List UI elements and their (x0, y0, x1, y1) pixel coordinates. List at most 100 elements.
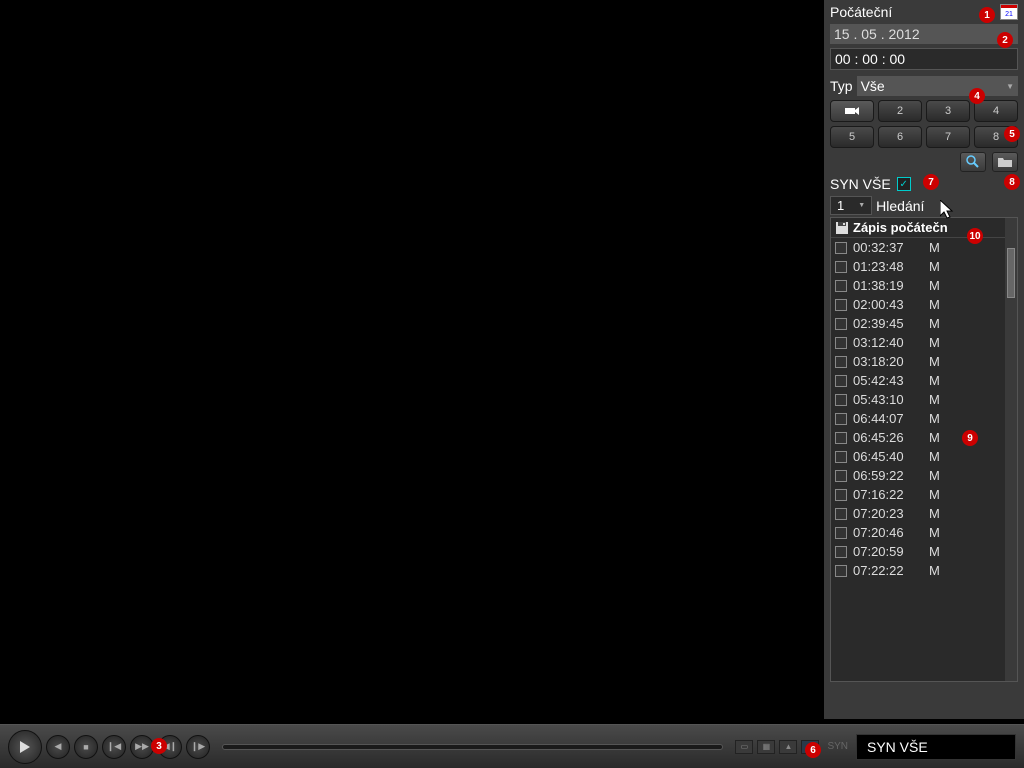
list-item[interactable]: 01:23:48M (831, 257, 1005, 276)
list-item[interactable]: 07:22:22M (831, 561, 1005, 580)
syn-all-label: SYN VŠE (830, 176, 891, 192)
list-item-checkbox[interactable] (835, 337, 847, 349)
list-item-time: 06:45:40 (853, 449, 923, 464)
type-value: Vše (861, 78, 885, 94)
list-item[interactable]: 03:18:20M (831, 352, 1005, 371)
list-item-checkbox[interactable] (835, 299, 847, 311)
list-item[interactable]: 06:59:22M (831, 466, 1005, 485)
list-item[interactable]: 07:20:23M (831, 504, 1005, 523)
channel-button-5[interactable]: 5 (830, 126, 874, 148)
list-item[interactable]: 07:20:46 M (831, 523, 1005, 542)
list-item-checkbox[interactable] (835, 394, 847, 406)
step-fwd-button[interactable]: ❙▶ (186, 735, 210, 759)
list-item-checkbox[interactable] (835, 489, 847, 501)
date-field[interactable]: 15 . 05 . 2012 (830, 24, 1018, 44)
progress-bar[interactable] (222, 744, 723, 750)
list-item-checkbox[interactable] (835, 451, 847, 463)
marker-9: 9 (962, 430, 978, 446)
chevron-down-icon: ▼ (858, 202, 865, 209)
list-item[interactable]: 07:20:59M (831, 542, 1005, 561)
list-item[interactable]: 02:00:43M (831, 295, 1005, 314)
list-item-checkbox[interactable] (835, 375, 847, 387)
list-item-time: 03:12:40 (853, 335, 923, 350)
scroll-thumb[interactable] (1007, 248, 1015, 298)
layout-button-1[interactable]: ▭ (735, 740, 753, 754)
list-item-time: 06:45:26 (853, 430, 923, 445)
list-item-checkbox[interactable] (835, 280, 847, 292)
list-item-checkbox[interactable] (835, 508, 847, 520)
list-item[interactable]: 06:44:07M (831, 409, 1005, 428)
scrollbar[interactable] (1005, 218, 1017, 681)
channel-grid: 2 3 4 5 6 7 8 (830, 100, 1018, 148)
results-panel: Zápis počátečn 00:32:37M01:23:48M01:38:1… (830, 217, 1018, 682)
list-item-time: 07:22:22 (853, 563, 923, 578)
list-item-type: M (929, 411, 940, 426)
results-list: 00:32:37M01:23:48M01:38:19M02:00:43M02:3… (831, 238, 1005, 580)
list-item-checkbox[interactable] (835, 356, 847, 368)
time-field[interactable]: 00 : 00 : 00 (830, 48, 1018, 70)
number-value: 1 (837, 198, 844, 213)
channel-button-3[interactable]: 3 (926, 100, 970, 122)
cursor-icon (940, 200, 956, 220)
slow-button[interactable]: ❙◀ (102, 735, 126, 759)
list-item-time: 07:20:23 (853, 506, 923, 521)
list-item-type: M (929, 316, 940, 331)
calendar-icon[interactable]: 21 (1000, 4, 1018, 20)
list-item-checkbox[interactable] (835, 470, 847, 482)
marker-6: 6 (805, 742, 821, 758)
list-item-type: M (929, 449, 940, 464)
stop-button[interactable]: ■ (74, 735, 98, 759)
list-item[interactable]: 05:42:43M (831, 371, 1005, 390)
list-item[interactable]: 07:16:22 M (831, 485, 1005, 504)
list-item[interactable]: 05:43:10 M (831, 390, 1005, 409)
list-item[interactable]: 06:45:26 M (831, 428, 1005, 447)
list-item-checkbox[interactable] (835, 318, 847, 330)
list-item-checkbox[interactable] (835, 242, 847, 254)
folder-button[interactable] (992, 152, 1018, 172)
list-item-checkbox[interactable] (835, 527, 847, 539)
channel-button-2[interactable]: 2 (878, 100, 922, 122)
list-item-time: 06:59:22 (853, 468, 923, 483)
play-button[interactable] (8, 730, 42, 764)
channel-button-1[interactable] (830, 100, 874, 122)
number-select[interactable]: 1 ▼ (830, 196, 872, 215)
list-item-checkbox[interactable] (835, 546, 847, 558)
video-playback-area (0, 0, 822, 719)
channel-button-7[interactable]: 7 (926, 126, 970, 148)
search-sidebar: Počáteční 21 15 . 05 . 2012 00 : 00 : 00… (824, 0, 1024, 719)
channel-button-6[interactable]: 6 (878, 126, 922, 148)
list-item-checkbox[interactable] (835, 432, 847, 444)
syn-all-checkbox[interactable]: ✓ (897, 177, 911, 191)
search-button[interactable] (960, 152, 986, 172)
list-item[interactable]: 06:45:40 M (831, 447, 1005, 466)
list-item[interactable]: 01:38:19M (831, 276, 1005, 295)
marker-4: 4 (969, 88, 985, 104)
up-button[interactable]: ▲ (779, 740, 797, 754)
save-icon (835, 221, 849, 235)
list-item[interactable]: 03:12:40M (831, 333, 1005, 352)
type-select[interactable]: Vše ▼ (857, 76, 1018, 96)
list-item[interactable]: 02:39:45M (831, 314, 1005, 333)
channel-button-4[interactable]: 4 (974, 100, 1018, 122)
marker-2: 2 (997, 32, 1013, 48)
list-item-type: M (929, 297, 940, 312)
results-header-text: Zápis počátečn (853, 220, 948, 235)
layout-button-2[interactable]: ▦ (757, 740, 775, 754)
list-item-type: M (929, 392, 940, 407)
list-item-type: M (929, 544, 940, 559)
list-item-type: M (929, 240, 940, 255)
list-item-time: 05:43:10 (853, 392, 923, 407)
list-item-checkbox[interactable] (835, 261, 847, 273)
list-item-time: 07:16:22 (853, 487, 923, 502)
list-item-time: 07:20:46 (853, 525, 923, 540)
search-label: Hledání (876, 198, 924, 214)
prev-button[interactable]: ◀ (46, 735, 70, 759)
list-item-time: 03:18:20 (853, 354, 923, 369)
list-item-checkbox[interactable] (835, 413, 847, 425)
marker-3: 3 (151, 738, 167, 754)
list-item-checkbox[interactable] (835, 565, 847, 577)
list-item-type: M (929, 487, 940, 502)
list-item-type: M (929, 430, 940, 445)
magnifier-icon (966, 155, 980, 169)
list-item-type: M (929, 525, 940, 540)
